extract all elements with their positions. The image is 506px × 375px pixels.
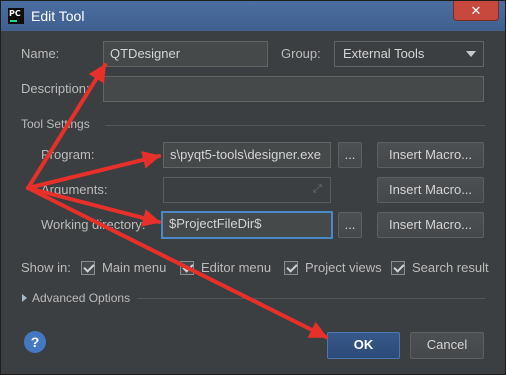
- dialog-content: Name: QTDesigner Group: External Tools D…: [9, 31, 499, 368]
- group-select[interactable]: External Tools: [334, 41, 484, 67]
- arguments-label: Arguments:: [41, 182, 108, 197]
- working-directory-label: Working directory:: [41, 217, 146, 232]
- tool-settings-title: Tool Settings: [21, 117, 90, 131]
- show-in-label: Show in:: [21, 260, 71, 275]
- program-input[interactable]: s\pyqt5-tools\designer.exe: [163, 142, 331, 168]
- checkbox-checked-icon[interactable]: [284, 260, 298, 275]
- group-label: Group:: [281, 46, 321, 61]
- expand-icon[interactable]: ⤢: [313, 183, 325, 195]
- checkbox-checked-icon[interactable]: [180, 260, 194, 275]
- app-icon-text: PC: [9, 9, 21, 18]
- help-icon[interactable]: ?: [24, 331, 46, 353]
- main-menu-checkbox[interactable]: Main menu: [81, 260, 166, 275]
- project-views-label: Project views: [305, 260, 382, 275]
- editor-menu-checkbox[interactable]: Editor menu: [180, 260, 271, 275]
- advanced-separator: [137, 298, 485, 299]
- checkbox-checked-icon[interactable]: [391, 260, 405, 275]
- search-result-label: Search result: [412, 260, 489, 275]
- edit-tool-dialog: PC Edit Tool ✕ Name: QTDesigner Group: E…: [0, 0, 506, 375]
- name-label: Name:: [21, 46, 60, 61]
- checkbox-checked-icon[interactable]: [81, 260, 95, 275]
- triangle-right-icon[interactable]: [22, 294, 27, 302]
- description-label: Description:: [21, 81, 90, 96]
- working-directory-input[interactable]: $ProjectFileDir$: [161, 211, 333, 239]
- pycharm-app-icon: PC: [8, 8, 24, 24]
- ok-button[interactable]: OK: [327, 332, 400, 359]
- cancel-button[interactable]: Cancel: [410, 332, 484, 359]
- window-title: Edit Tool: [31, 8, 85, 24]
- advanced-options-toggle[interactable]: Advanced Options: [32, 291, 130, 305]
- name-input[interactable]: QTDesigner: [103, 41, 268, 67]
- working-directory-browse-button[interactable]: ...: [338, 212, 362, 238]
- arguments-input[interactable]: ⤢: [163, 177, 331, 203]
- close-icon[interactable]: ✕: [453, 1, 499, 21]
- program-label: Program:: [41, 147, 95, 162]
- group-select-value: External Tools: [343, 46, 425, 61]
- description-input[interactable]: [103, 76, 484, 102]
- working-directory-insert-macro-button[interactable]: Insert Macro...: [377, 212, 484, 238]
- editor-menu-label: Editor menu: [201, 260, 272, 275]
- search-result-checkbox[interactable]: Search result: [391, 260, 489, 275]
- program-browse-button[interactable]: ...: [338, 142, 362, 168]
- arguments-insert-macro-button[interactable]: Insert Macro...: [377, 177, 484, 203]
- program-insert-macro-button[interactable]: Insert Macro...: [377, 142, 484, 168]
- main-menu-label: Main menu: [102, 260, 167, 275]
- project-views-checkbox[interactable]: Project views: [284, 260, 382, 275]
- dropdown-arrow-icon: [466, 51, 476, 57]
- tool-settings-separator: [105, 125, 485, 126]
- title-bar: PC Edit Tool ✕: [1, 1, 505, 31]
